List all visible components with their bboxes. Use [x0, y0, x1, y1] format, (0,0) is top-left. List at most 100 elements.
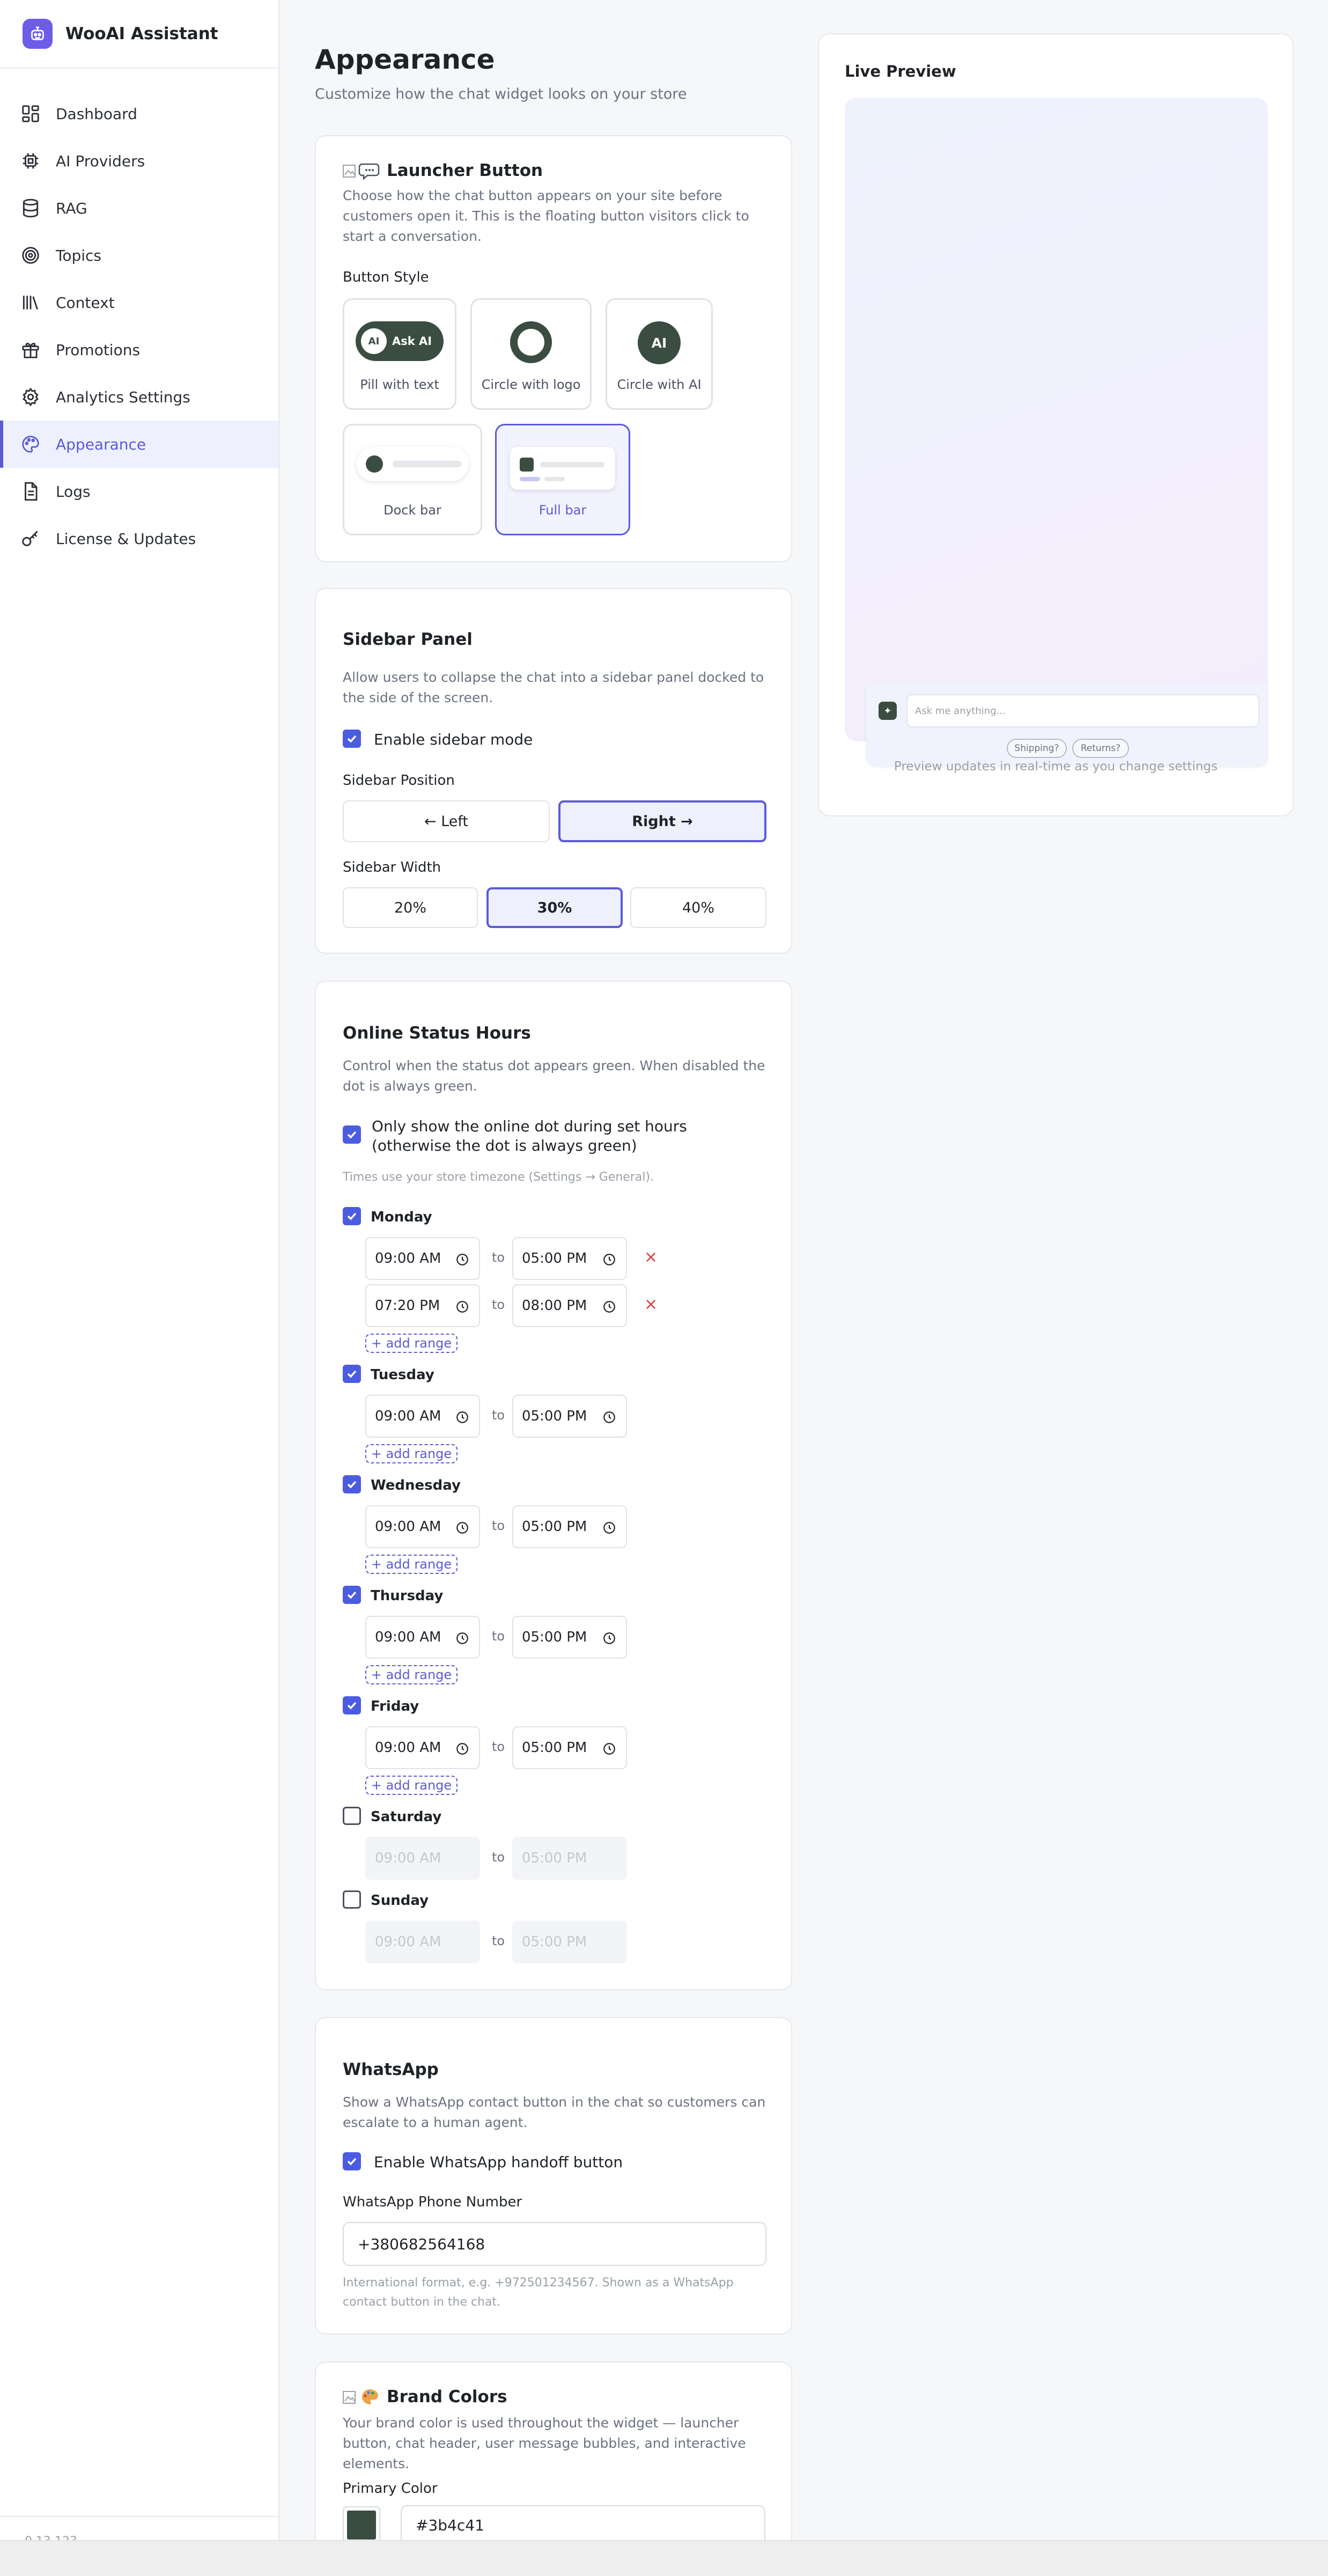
sidebar-item-license-updates[interactable]: License & Updates [0, 515, 278, 562]
to-label: to [492, 1850, 505, 1865]
to-label: to [492, 1408, 505, 1423]
monday-add-range-button[interactable]: + add range [365, 1334, 458, 1353]
monday-range-1-start[interactable]: 09:00 AM [365, 1237, 480, 1280]
whatsapp-phone-input[interactable]: +380682564168 [343, 2222, 766, 2266]
to-label: to [492, 1518, 505, 1533]
time-value: 09:00 AM [375, 1740, 441, 1756]
sidebar-item-label: Promotions [56, 341, 141, 359]
tuesday-add-range-button[interactable]: + add range [365, 1444, 458, 1463]
horizontal-scrollbar[interactable] [0, 2540, 1328, 2576]
tuesday-end[interactable]: 05:00 PM [512, 1395, 627, 1438]
style-option-circle-with-logo[interactable]: Circle with logo [470, 298, 592, 410]
sidebar-item-topics[interactable]: Topics [0, 232, 278, 279]
clock-icon [603, 1632, 615, 1644]
dashboard-icon [22, 105, 39, 122]
style-option-pill-with-text[interactable]: AI Ask AI Pill with text [343, 298, 456, 410]
remove-range-button[interactable]: × [644, 1295, 658, 1314]
thursday-end[interactable]: 05:00 PM [512, 1616, 627, 1659]
style-option-label: Full bar [538, 503, 587, 518]
full-bar-preview [510, 447, 615, 490]
sidebar-item-analytics-settings[interactable]: Analytics Settings [0, 373, 278, 421]
friday-start[interactable]: 09:00 AM [365, 1726, 480, 1769]
time-value: 09:00 AM [375, 1250, 441, 1267]
online-hours-card: Online Status Hours Control when the sta… [315, 981, 792, 1990]
sidebar-item-label: Dashboard [56, 105, 137, 123]
saturday-label: Saturday [371, 1809, 442, 1825]
style-option-circle-with-ai[interactable]: AI Circle with AI [606, 298, 713, 410]
wednesday-end[interactable]: 05:00 PM [512, 1505, 627, 1548]
sidebar-item-label: AI Providers [56, 152, 145, 170]
monday-range-2-end[interactable]: 08:00 PM [512, 1284, 627, 1327]
sidebar-width-20-button[interactable]: 20% [343, 887, 478, 928]
sidebar-item-ai-providers[interactable]: AI Providers [0, 137, 278, 185]
friday-checkbox[interactable] [343, 1696, 361, 1714]
sidebar-item-promotions[interactable]: Promotions [0, 326, 278, 373]
tuesday-start[interactable]: 09:00 AM [365, 1395, 480, 1438]
sidebar-item-label: Topics [56, 246, 102, 264]
wednesday-start[interactable]: 09:00 AM [365, 1505, 480, 1548]
time-value: 05:00 PM [522, 1740, 587, 1756]
sidebar-item-appearance[interactable]: Appearance [0, 421, 278, 468]
gear-icon [23, 387, 39, 407]
pill-text: Ask AI [392, 335, 432, 348]
friday-end[interactable]: 05:00 PM [512, 1726, 627, 1769]
whatsapp-description: Show a WhatsApp contact button in the ch… [343, 2094, 766, 2130]
whatsapp-title: WhatsApp [343, 2060, 439, 2079]
clock-icon [456, 1301, 468, 1313]
time-value: 05:00 PM [522, 1408, 587, 1424]
style-option-full-bar[interactable]: Full bar [495, 424, 630, 535]
page-subtitle: Customize how the chat widget looks on y… [315, 86, 687, 102]
sidebar-item-label: Context [56, 293, 115, 312]
only-show-during-hours-checkbox[interactable] [343, 1125, 361, 1144]
clock-icon [456, 1411, 468, 1423]
sidebar-item-label: RAG [56, 199, 87, 217]
sidebar-position-right-button[interactable]: Right → [558, 800, 766, 842]
sidebar-item-context[interactable]: Context [0, 279, 278, 326]
pill-ai-badge: AI [361, 328, 387, 354]
friday-add-range-button[interactable]: + add range [365, 1776, 458, 1795]
sidebar-item-logs[interactable]: Logs [0, 468, 278, 515]
remove-range-button[interactable]: × [644, 1248, 658, 1267]
time-value: 05:00 PM [522, 1934, 587, 1950]
enable-whatsapp-checkbox[interactable] [343, 2152, 361, 2170]
saturday-checkbox[interactable] [343, 1807, 361, 1825]
sidebar-item-label: Analytics Settings [56, 388, 190, 406]
sidebar-position-left-button[interactable]: ← Left [343, 800, 550, 842]
clock-icon [456, 1743, 468, 1755]
sidebar-width-30-button[interactable]: 30% [486, 887, 623, 928]
brand: WooAI Assistant [0, 0, 278, 69]
wednesday-checkbox[interactable] [343, 1475, 361, 1493]
enable-sidebar-checkbox[interactable] [343, 730, 361, 748]
live-preview-title: Live Preview [845, 62, 956, 80]
thursday-start[interactable]: 09:00 AM [365, 1616, 480, 1659]
monday-checkbox[interactable] [343, 1207, 361, 1225]
style-option-label: Pill with text [360, 377, 439, 392]
monday-range-1-end[interactable]: 05:00 PM [512, 1237, 627, 1280]
sunday-start: 09:00 AM [365, 1920, 480, 1963]
clock-icon [603, 1522, 615, 1534]
thursday-add-range-button[interactable]: + add range [365, 1665, 458, 1684]
preview-chip-returns[interactable]: Returns? [1072, 739, 1129, 758]
time-value: 08:00 PM [522, 1298, 587, 1314]
sidebar-item-label: Appearance [56, 435, 146, 453]
primary-color-input[interactable]: #3b4c41 [401, 2505, 765, 2545]
primary-color-swatch[interactable] [343, 2506, 380, 2544]
sidebar-width-40-button[interactable]: 40% [630, 887, 766, 928]
preview-input[interactable]: Ask me anything... [906, 694, 1259, 727]
time-value: 07:20 PM [375, 1298, 440, 1314]
style-option-dock-bar[interactable]: Dock bar [343, 424, 482, 535]
preview-full-bar[interactable]: ✦ Ask me anything... Shipping? Returns? [866, 682, 1268, 766]
sidebar-item-label: License & Updates [56, 529, 196, 548]
preview-chip-shipping[interactable]: Shipping? [1007, 739, 1067, 758]
sunday-checkbox[interactable] [343, 1890, 361, 1909]
brand-colors-description: Your brand color is used throughout the … [343, 2415, 746, 2471]
friday-label: Friday [371, 1698, 419, 1714]
tuesday-checkbox[interactable] [343, 1365, 361, 1383]
sidebar-item-rag[interactable]: RAG [0, 185, 278, 232]
thursday-checkbox[interactable] [343, 1586, 361, 1604]
wednesday-add-range-button[interactable]: + add range [365, 1555, 458, 1574]
sidebar-nav: Dashboard AI Providers RAG Topics Contex… [0, 90, 278, 562]
monday-range-2-start[interactable]: 07:20 PM [365, 1284, 480, 1327]
sidebar-item-dashboard[interactable]: Dashboard [0, 90, 278, 137]
preview-caption: Preview updates in real-time as you chan… [894, 760, 1218, 774]
